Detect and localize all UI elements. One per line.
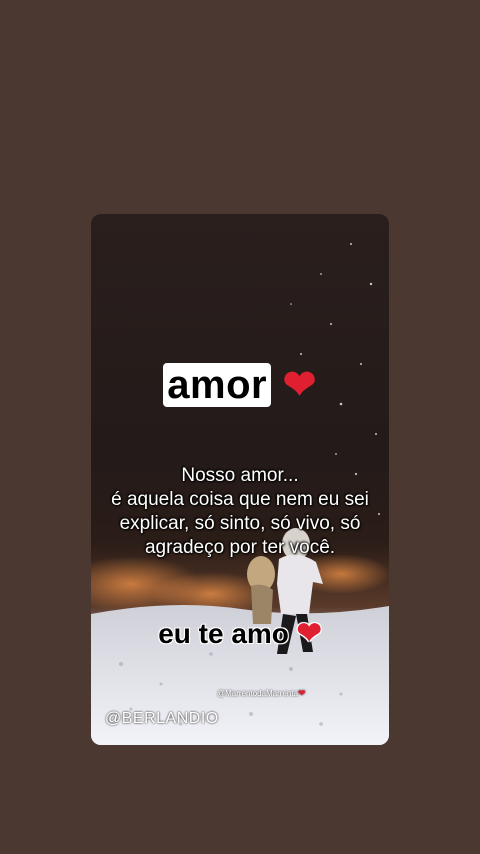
photo-card: amor ❤ Nosso amor... é aquela coisa que … [91, 214, 389, 745]
creator-handle: @BERLANDIO [105, 710, 219, 727]
poem-line: Nosso amor... [181, 465, 299, 486]
poem-line: é aquela coisa que nem eu sei [111, 489, 369, 510]
watermark-handle: @MarrentodaMarrenta❤ [217, 688, 306, 699]
title-text: amor [163, 363, 272, 407]
poem-text: Nosso amor... é aquela coisa que nem eu … [91, 464, 389, 560]
title-amor: amor ❤ [91, 362, 389, 408]
page-background: amor ❤ Nosso amor... é aquela coisa que … [0, 0, 480, 854]
closing-text: eu te amo [158, 618, 289, 649]
poem-line: explicar, só sinto, só vivo, só [119, 513, 361, 534]
heart-icon: ❤ [296, 617, 322, 650]
heart-icon: ❤ [282, 363, 317, 407]
heart-icon: ❤ [298, 688, 306, 698]
poem-line: agradeço por ter você. [144, 537, 336, 558]
watermark-handle-text: @MarrentodaMarrenta [217, 689, 299, 698]
closing-caption: eu te amo ❤ [91, 616, 389, 651]
